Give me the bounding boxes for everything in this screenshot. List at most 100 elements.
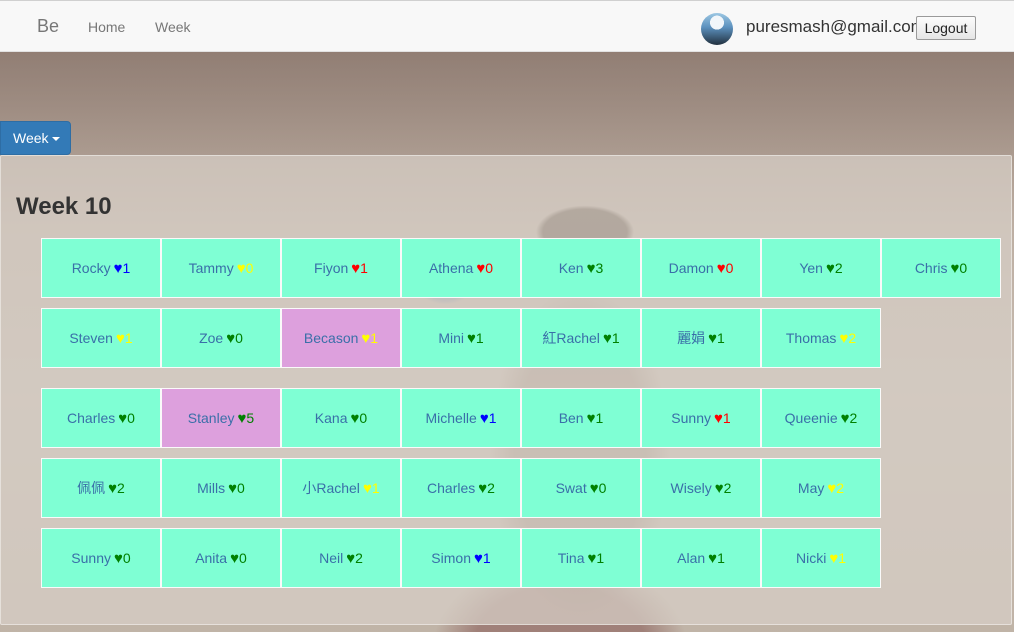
member-card[interactable]: Mini ♥1 <box>401 308 521 368</box>
heart-icon[interactable]: ♥ <box>480 410 489 427</box>
heart-count: 0 <box>359 410 368 426</box>
member-name: Damon <box>668 260 714 276</box>
heart-icon[interactable]: ♥ <box>717 260 726 277</box>
member-card[interactable]: Alan ♥1 <box>641 528 761 588</box>
week-title: Week 10 <box>16 193 112 220</box>
member-card[interactable]: Sunny ♥0 <box>41 528 161 588</box>
member-card[interactable]: Neil ♥2 <box>281 528 401 588</box>
member-card[interactable]: Tammy ♥0 <box>161 238 281 298</box>
member-card[interactable]: May ♥2 <box>761 458 881 518</box>
top-navbar: Be Home Week puresmash@gmail.com Logout <box>0 0 1014 52</box>
member-name: Mini <box>438 330 464 346</box>
member-card[interactable]: 佩佩 ♥2 <box>41 458 161 518</box>
logout-button[interactable]: Logout <box>916 16 976 40</box>
heart-icon[interactable]: ♥ <box>590 480 599 497</box>
heart-icon[interactable]: ♥ <box>841 410 850 427</box>
heart-icon[interactable]: ♥ <box>226 330 235 347</box>
heart-icon[interactable]: ♥ <box>839 330 848 347</box>
member-card[interactable]: Charles ♥0 <box>41 388 161 448</box>
member-card[interactable]: Fiyon ♥1 <box>281 238 401 298</box>
member-name: Chris <box>914 260 948 276</box>
member-card[interactable]: Becason ♥1 <box>281 308 401 368</box>
member-card[interactable]: Sunny ♥1 <box>641 388 761 448</box>
heart-icon[interactable]: ♥ <box>603 330 612 347</box>
heart-icon[interactable]: ♥ <box>478 480 487 497</box>
member-card[interactable]: Chris ♥0 <box>881 238 1001 298</box>
member-card[interactable]: Stanley ♥5 <box>161 388 281 448</box>
heart-icon[interactable]: ♥ <box>827 480 836 497</box>
member-card[interactable]: Rocky ♥1 <box>41 238 161 298</box>
member-name: Becason <box>303 330 359 346</box>
heart-icon[interactable]: ♥ <box>587 260 596 277</box>
heart-icon[interactable]: ♥ <box>474 550 483 567</box>
heart-count: 0 <box>122 550 131 566</box>
heart-icon[interactable]: ♥ <box>118 410 127 427</box>
member-card[interactable]: Michelle ♥1 <box>401 388 521 448</box>
member-name: Steven <box>69 330 113 346</box>
member-card[interactable]: Zoe ♥0 <box>161 308 281 368</box>
heart-count: 1 <box>124 330 133 346</box>
member-card[interactable]: 小Rachel ♥1 <box>281 458 401 518</box>
member-card[interactable]: Queenie ♥2 <box>761 388 881 448</box>
heart-count: 1 <box>370 330 379 346</box>
heart-icon[interactable]: ♥ <box>114 550 123 567</box>
heart-icon[interactable]: ♥ <box>587 410 596 427</box>
heart-count: 0 <box>485 260 494 276</box>
week-dropdown-button[interactable]: Week <box>0 121 71 155</box>
heart-count: 1 <box>482 550 491 566</box>
member-card[interactable]: Damon ♥0 <box>641 238 761 298</box>
member-card[interactable]: Tina ♥1 <box>521 528 641 588</box>
member-card[interactable]: Ben ♥1 <box>521 388 641 448</box>
heart-icon[interactable]: ♥ <box>826 260 835 277</box>
heart-icon[interactable]: ♥ <box>228 480 237 497</box>
heart-icon[interactable]: ♥ <box>715 480 724 497</box>
member-name: Yen <box>799 260 823 276</box>
member-name: Alan <box>677 550 706 566</box>
heart-count: 0 <box>959 260 968 276</box>
member-card[interactable]: Thomas ♥2 <box>761 308 881 368</box>
heart-icon[interactable]: ♥ <box>714 410 723 427</box>
member-card[interactable]: Simon ♥1 <box>401 528 521 588</box>
heart-icon[interactable]: ♥ <box>230 550 239 567</box>
heart-icon[interactable]: ♥ <box>114 260 123 277</box>
member-card[interactable]: 麗娟 ♥1 <box>641 308 761 368</box>
heart-icon[interactable]: ♥ <box>363 480 372 497</box>
heart-count: 2 <box>834 260 843 276</box>
heart-icon[interactable]: ♥ <box>829 550 838 567</box>
heart-icon[interactable]: ♥ <box>361 330 370 347</box>
member-card[interactable]: Athena ♥0 <box>401 238 521 298</box>
member-card[interactable]: Anita ♥0 <box>161 528 281 588</box>
member-card[interactable]: Ken ♥3 <box>521 238 641 298</box>
nav-link-home[interactable]: Home <box>88 19 125 35</box>
member-card[interactable]: Wisely ♥2 <box>641 458 761 518</box>
heart-icon[interactable]: ♥ <box>708 330 717 347</box>
heart-icon[interactable]: ♥ <box>708 550 717 567</box>
member-name: Ben <box>558 410 584 426</box>
member-card[interactable]: Nicki ♥1 <box>761 528 881 588</box>
brand-link[interactable]: Be <box>37 16 59 37</box>
heart-count: 5 <box>246 410 255 426</box>
heart-icon[interactable]: ♥ <box>108 480 117 497</box>
member-card[interactable]: Mills ♥0 <box>161 458 281 518</box>
member-card[interactable]: 紅Rachel ♥1 <box>521 308 641 368</box>
avatar[interactable] <box>701 13 733 45</box>
heart-count: 1 <box>595 410 604 426</box>
heart-icon[interactable]: ♥ <box>237 260 246 277</box>
member-name: Rocky <box>71 260 111 276</box>
heart-count: 2 <box>848 330 857 346</box>
heart-icon[interactable]: ♥ <box>476 260 485 277</box>
member-card[interactable]: Charles ♥2 <box>401 458 521 518</box>
heart-icon[interactable]: ♥ <box>467 330 476 347</box>
member-name: Charles <box>67 410 116 426</box>
heart-count: 2 <box>836 480 845 496</box>
week-dropdown-label: Week <box>13 130 49 146</box>
heart-icon[interactable]: ♥ <box>116 330 125 347</box>
member-card[interactable]: Swat ♥0 <box>521 458 641 518</box>
member-name: Nicki <box>795 550 827 566</box>
member-card[interactable]: Kana ♥0 <box>281 388 401 448</box>
heart-icon[interactable]: ♥ <box>346 550 355 567</box>
nav-link-week[interactable]: Week <box>155 19 191 35</box>
member-card[interactable]: Yen ♥2 <box>761 238 881 298</box>
heart-icon[interactable]: ♥ <box>351 260 360 277</box>
member-card[interactable]: Steven ♥1 <box>41 308 161 368</box>
